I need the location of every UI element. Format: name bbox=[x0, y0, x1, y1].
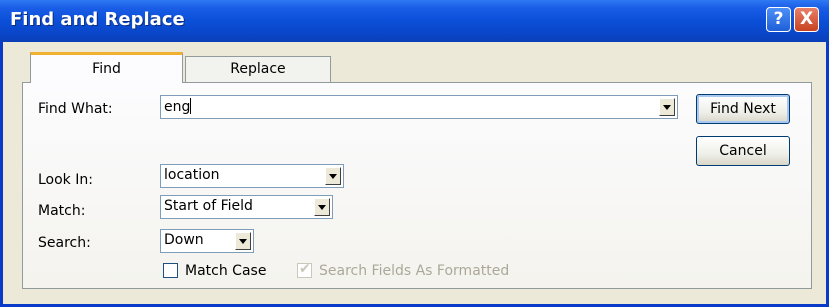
search-combo[interactable]: Down bbox=[160, 229, 254, 253]
text-cursor bbox=[190, 98, 192, 114]
look-in-value: location bbox=[164, 167, 220, 183]
match-case-checkbox[interactable] bbox=[163, 263, 178, 278]
search-dropdown-arrow-icon[interactable] bbox=[235, 232, 251, 250]
checkmark-icon: ✔ bbox=[299, 261, 311, 277]
find-what-label: Find What: bbox=[38, 101, 113, 117]
tab-find[interactable]: Find bbox=[30, 52, 183, 83]
find-what-input[interactable]: eng bbox=[164, 98, 192, 115]
dialog-title: Find and Replace bbox=[10, 9, 185, 30]
match-label: Match: bbox=[38, 203, 86, 219]
match-value: Start of Field bbox=[164, 198, 253, 214]
match-dropdown-arrow-icon[interactable] bbox=[314, 198, 330, 216]
search-label: Search: bbox=[38, 235, 91, 251]
search-formatted-label: Search Fields As Formatted bbox=[319, 263, 510, 279]
find-what-dropdown-arrow-icon[interactable] bbox=[659, 98, 675, 116]
tab-replace[interactable]: Replace bbox=[185, 56, 331, 82]
look-in-combo[interactable]: location bbox=[160, 164, 344, 188]
cancel-button[interactable]: Cancel bbox=[696, 136, 790, 166]
find-replace-dialog: Find and Replace ? X Find Replace Find W… bbox=[0, 0, 829, 307]
title-bar[interactable]: Find and Replace ? X bbox=[0, 0, 829, 42]
look-in-label: Look In: bbox=[38, 172, 93, 188]
match-case-label: Match Case bbox=[185, 263, 267, 279]
close-button[interactable]: X bbox=[794, 7, 819, 32]
look-in-dropdown-arrow-icon[interactable] bbox=[325, 167, 341, 185]
help-button[interactable]: ? bbox=[766, 7, 791, 32]
find-next-button[interactable]: Find Next bbox=[696, 94, 790, 124]
search-formatted-checkbox[interactable]: ✔ bbox=[297, 261, 312, 278]
search-value: Down bbox=[164, 232, 204, 248]
find-what-combo[interactable]: eng bbox=[160, 95, 678, 119]
match-combo[interactable]: Start of Field bbox=[160, 195, 333, 219]
